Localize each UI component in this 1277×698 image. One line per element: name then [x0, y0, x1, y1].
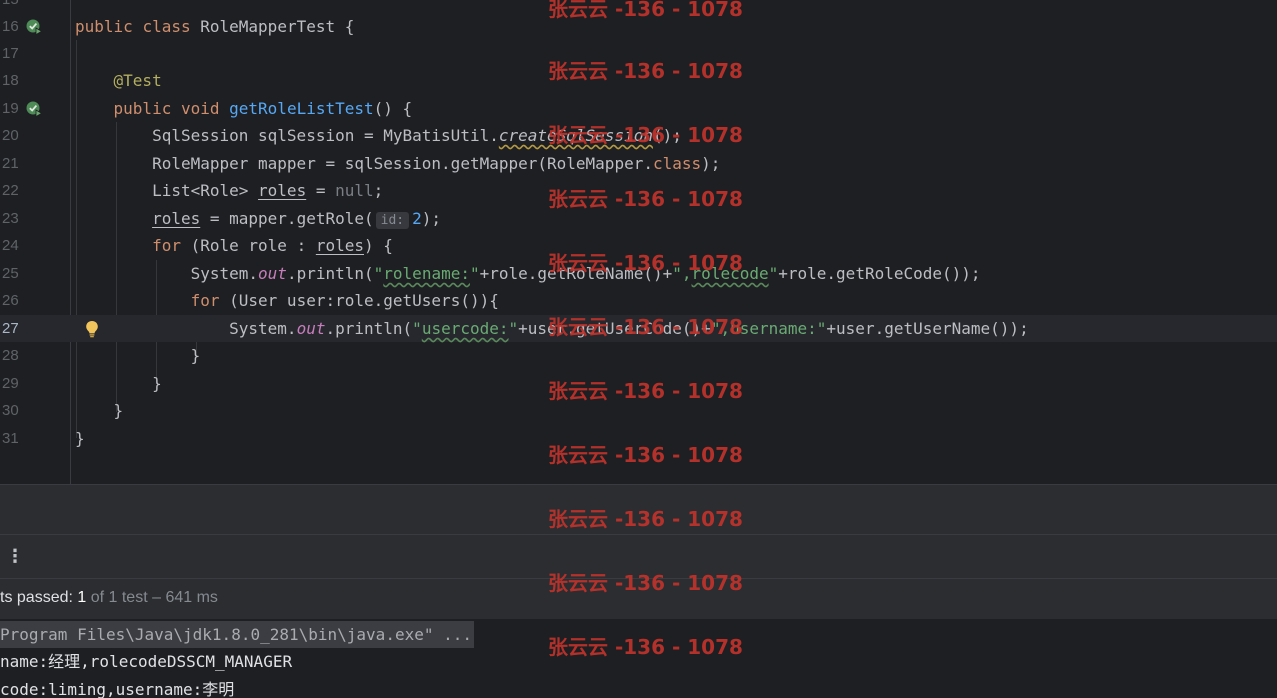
line-number: 18: [2, 72, 19, 89]
line-number: 27: [2, 320, 19, 337]
watermark-text: 张云云 -136 - 1078: [548, 123, 743, 147]
line-number: 28: [2, 347, 19, 364]
code-text: List<Role> roles = null;: [152, 181, 384, 200]
code-text: }: [190, 346, 201, 365]
code-text: }: [113, 401, 124, 420]
line-number: 19: [2, 100, 19, 117]
code-text: @Test: [113, 71, 162, 90]
run-test-gutter-icon[interactable]: [26, 101, 42, 117]
console-line: name:经理,rolecodeDSSCM_MANAGER: [0, 652, 293, 671]
line-number: 25: [2, 265, 19, 282]
line-number: 21: [2, 155, 19, 172]
run-test-gutter-icon[interactable]: [26, 19, 42, 35]
code-line: 21 RoleMapper mapper = sqlSession.getMap…: [0, 150, 1277, 177]
watermark-text: 张云云 -136 - 1078: [548, 507, 743, 531]
watermark-text: 张云云 -136 - 1078: [548, 0, 743, 21]
code-line: 28 }: [0, 342, 1277, 369]
parameter-hint: id:: [375, 212, 410, 229]
code-text: System.out.println("rolename:"+role.getR…: [190, 264, 981, 283]
line-number: 31: [2, 430, 19, 447]
line-number: 24: [2, 237, 19, 254]
code-text: for (Role role : roles) {: [152, 236, 393, 255]
code-line: 26 for (User user:role.getUsers()){: [0, 287, 1277, 314]
tests-passed-label: ts passed:: [0, 589, 78, 606]
line-number: 20: [2, 127, 19, 144]
code-text: }: [75, 429, 85, 448]
watermark-text: 张云云 -136 - 1078: [548, 379, 743, 403]
code-line: 19 public void getRoleListTest() {: [0, 95, 1277, 122]
line-number: 17: [2, 45, 19, 62]
tests-passed-count: 1: [77, 589, 87, 606]
watermark-text: 张云云 -136 - 1078: [548, 251, 743, 275]
line-number: 23: [2, 210, 19, 227]
code-text: roles = mapper.getRole(id: 2);: [152, 209, 442, 229]
code-text: public class RoleMapperTest {: [75, 17, 355, 36]
watermark-text: 张云云 -136 - 1078: [548, 443, 743, 467]
watermark-text: 张云云 -136 - 1078: [548, 59, 743, 83]
line-number: 22: [2, 182, 19, 199]
line-number: 15: [0, 0, 22, 13]
watermark-text: 张云云 -136 - 1078: [548, 315, 743, 339]
line-number: 30: [2, 402, 19, 419]
watermark-text: 张云云 -136 - 1078: [548, 571, 743, 595]
watermark-text: 张云云 -136 - 1078: [548, 187, 743, 211]
line-number: 29: [2, 375, 19, 392]
console-command-line[interactable]: Program Files\Java\jdk1.8.0_281\bin\java…: [0, 621, 475, 648]
watermark-text: 张云云 -136 - 1078: [548, 635, 743, 659]
tests-summary: of 1 test – 641 ms: [86, 589, 218, 606]
code-text: }: [152, 374, 162, 393]
console-line: code:liming,username:李明: [0, 680, 235, 698]
line-number: 26: [2, 292, 19, 309]
code-text: for (User user:role.getUsers()){: [190, 291, 499, 310]
line-number: 16: [2, 18, 19, 35]
more-options-icon[interactable]: ⋮: [6, 547, 24, 567]
code-text: RoleMapper mapper = sqlSession.getMapper…: [152, 154, 721, 173]
code-text: public void getRoleListTest() {: [113, 99, 413, 118]
